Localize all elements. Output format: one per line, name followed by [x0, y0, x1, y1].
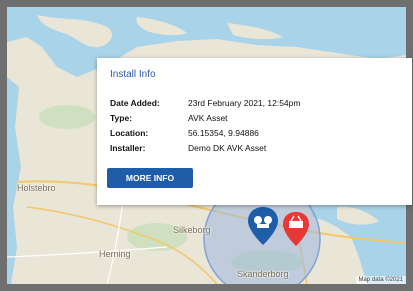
basket-marker-icon[interactable]	[283, 212, 309, 248]
town-label: Silkeborg	[173, 225, 211, 235]
field-label: Location:	[110, 128, 149, 138]
asset-cluster-marker-icon[interactable]	[248, 207, 278, 247]
field-value: AVK Asset	[188, 113, 228, 123]
town-label: Herning	[99, 249, 131, 259]
install-info-popup: Install Info Date Added: 23rd February 2…	[97, 58, 412, 205]
field-value: 56.15354, 9.94886	[188, 128, 259, 138]
field-value: Demo DK AVK Asset	[188, 143, 267, 153]
popup-title: Install Info	[110, 69, 156, 80]
town-label: Holstebro	[17, 183, 56, 193]
field-label: Type:	[110, 113, 133, 123]
field-label: Installer:	[110, 143, 146, 153]
field-value: 23rd February 2021, 12:54pm	[188, 98, 301, 108]
map-attribution: Map data ©2021	[355, 276, 406, 284]
more-info-button[interactable]: MORE INFO	[107, 168, 193, 188]
field-label: Date Added:	[110, 98, 160, 108]
town-label: Skanderborg	[237, 269, 289, 279]
